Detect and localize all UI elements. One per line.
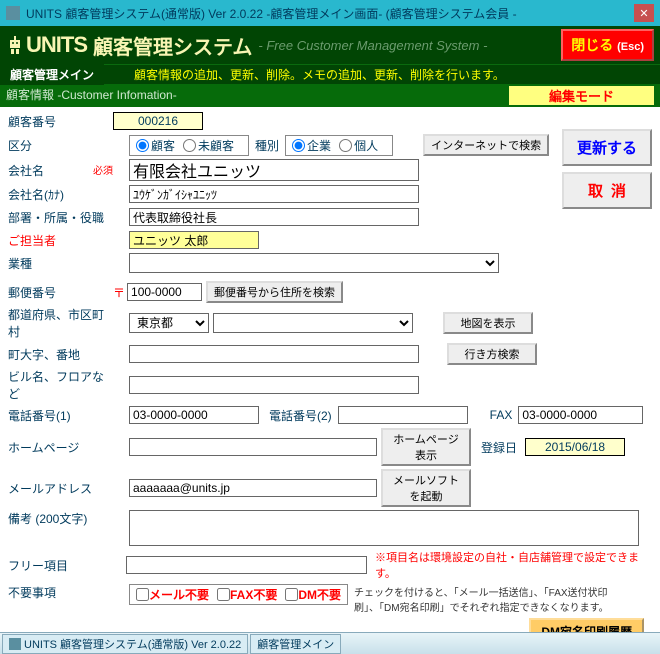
taskbar-item-1[interactable]: UNITS 顧客管理システム(通常版) Ver 2.0.22 [2, 634, 248, 654]
label-tel1: 電話番号(1) [8, 407, 113, 424]
radio-noncustomer-input[interactable] [183, 139, 196, 152]
close-label: 閉じる [571, 37, 613, 53]
close-button[interactable]: 閉じる (Esc) [561, 29, 654, 61]
check-mail[interactable]: メール不要 [136, 586, 209, 603]
label-tel2: 電話番号(2) [269, 407, 332, 424]
radio-company[interactable]: 企業 [292, 137, 331, 154]
window-title: UNITS 顧客管理システム(通常版) Ver 2.0.22 -顧客管理メイン画… [26, 5, 517, 22]
check-fax-input[interactable] [217, 588, 230, 601]
prefecture-select[interactable]: 東京都 [129, 313, 209, 333]
label-regdate: 登録日 [481, 439, 517, 456]
check-fax[interactable]: FAX不要 [217, 586, 277, 603]
radio-person-input[interactable] [339, 139, 352, 152]
app-icon [6, 6, 20, 20]
robot-icon [6, 34, 24, 56]
task-icon [9, 638, 21, 650]
tel1-input[interactable] [129, 406, 259, 424]
postal-search-button[interactable]: 郵便番号から住所を検索 [206, 281, 343, 303]
header-title-jp: 顧客管理システム [93, 31, 252, 60]
internet-search-button[interactable]: インターネットで検索 [423, 134, 549, 156]
units-logo: UNITS [26, 32, 87, 58]
check-mail-input[interactable] [136, 588, 149, 601]
radio-person[interactable]: 個人 [339, 137, 378, 154]
cancel-button[interactable]: 取消 [562, 172, 652, 209]
label-prefecture: 都道府県、市区町村 [8, 306, 113, 340]
check-dm[interactable]: DM不要 [285, 586, 341, 603]
section-header: 顧客情報 -Customer Infomation- 編集モード [0, 84, 660, 107]
breadcrumb: 顧客管理メイン [0, 64, 104, 85]
fax-input[interactable] [518, 406, 643, 424]
unwanted-checkbox-group: メール不要 FAX不要 DM不要 [129, 584, 348, 605]
company-input[interactable] [129, 159, 419, 181]
division-input[interactable] [129, 208, 419, 226]
taskbar-item-2[interactable]: 顧客管理メイン [250, 634, 341, 654]
label-type: 種別 [255, 137, 279, 154]
taskbar: UNITS 顧客管理システム(通常版) Ver 2.0.22 顧客管理メイン [0, 632, 660, 654]
map-button[interactable]: 地図を表示 [443, 312, 533, 334]
regdate-value: 2015/06/18 [525, 438, 625, 456]
required-badge: 必須 [93, 162, 113, 177]
company-kana-input[interactable] [129, 185, 419, 203]
label-fax: FAX [490, 408, 513, 422]
email-input[interactable] [129, 479, 377, 497]
label-contact: ご担当者 [8, 232, 113, 249]
radio-customer[interactable]: 顧客 [136, 137, 175, 154]
postal-input[interactable] [127, 283, 202, 301]
homepage-input[interactable] [129, 438, 377, 456]
radio-customer-input[interactable] [136, 139, 149, 152]
window-close-button[interactable]: ✕ [634, 4, 654, 22]
memo-input[interactable] [129, 510, 639, 546]
label-memo: 備考 (200文字) [8, 510, 113, 527]
city-select[interactable] [213, 313, 413, 333]
subheader: 顧客管理メイン 顧客情報の追加、更新、削除。メモの追加、更新、削除を行います。 [0, 64, 660, 84]
label-industry: 業種 [8, 255, 113, 272]
mail-launch-button[interactable]: メールソフトを起動 [381, 469, 471, 507]
address1-input[interactable] [129, 345, 419, 363]
check-note: チェックを付けると、「メール一括送信」、「FAX送付状印刷」、「DM宛名印刷」で… [354, 584, 624, 614]
route-button[interactable]: 行き方検索 [447, 343, 537, 365]
form-area: 更新する 取消 顧客番号 000216 区分 顧客 未顧客 種別 企業 個人 イ… [0, 107, 660, 652]
label-address1: 町大字、番地 [8, 346, 113, 363]
label-division: 部署・所属・役職 [8, 209, 113, 226]
app-header: UNITS 顧客管理システム - Free Customer Managemen… [0, 26, 660, 64]
homepage-button[interactable]: ホームページ表示 [381, 428, 471, 466]
header-subtitle: - Free Customer Management System - [258, 38, 487, 53]
label-free: フリー項目 [8, 557, 110, 574]
close-esc-label: (Esc) [617, 41, 644, 53]
free-footnote: ※項目名は環境設定の自社・自店舗管理で設定できます。 [375, 549, 652, 581]
subheader-description: 顧客情報の追加、更新、削除。メモの追加、更新、削除を行います。 [104, 66, 505, 83]
label-customer-no: 顧客番号 [8, 113, 113, 130]
radio-noncustomer[interactable]: 未顧客 [183, 137, 234, 154]
window-titlebar: UNITS 顧客管理システム(通常版) Ver 2.0.22 -顧客管理メイン画… [0, 0, 660, 26]
label-homepage: ホームページ [8, 439, 113, 456]
type-radio-group: 企業 個人 [285, 135, 393, 156]
label-unwanted: 不要事項 [8, 584, 113, 601]
radio-company-input[interactable] [292, 139, 305, 152]
contact-input[interactable] [129, 231, 259, 249]
category-radio-group: 顧客 未顧客 [129, 135, 249, 156]
label-company: 会社名必須 [8, 162, 113, 179]
section-title: 顧客情報 -Customer Infomation- [6, 86, 177, 105]
address2-input[interactable] [129, 376, 419, 394]
label-company-kana: 会社名(ｶﾅ) [8, 186, 113, 203]
update-button[interactable]: 更新する [562, 129, 652, 166]
free-input[interactable] [126, 556, 367, 574]
label-address2: ビル名、フロアなど [8, 368, 113, 402]
check-dm-input[interactable] [285, 588, 298, 601]
tel2-input[interactable] [338, 406, 468, 424]
customer-no-value: 000216 [113, 112, 203, 130]
label-email: メールアドレス [8, 480, 113, 497]
postal-mark-icon: 〒 [113, 284, 125, 301]
industry-select[interactable] [129, 253, 499, 273]
label-category: 区分 [8, 137, 113, 154]
label-postal: 郵便番号 [8, 284, 113, 301]
edit-mode-badge: 編集モード [549, 89, 614, 104]
